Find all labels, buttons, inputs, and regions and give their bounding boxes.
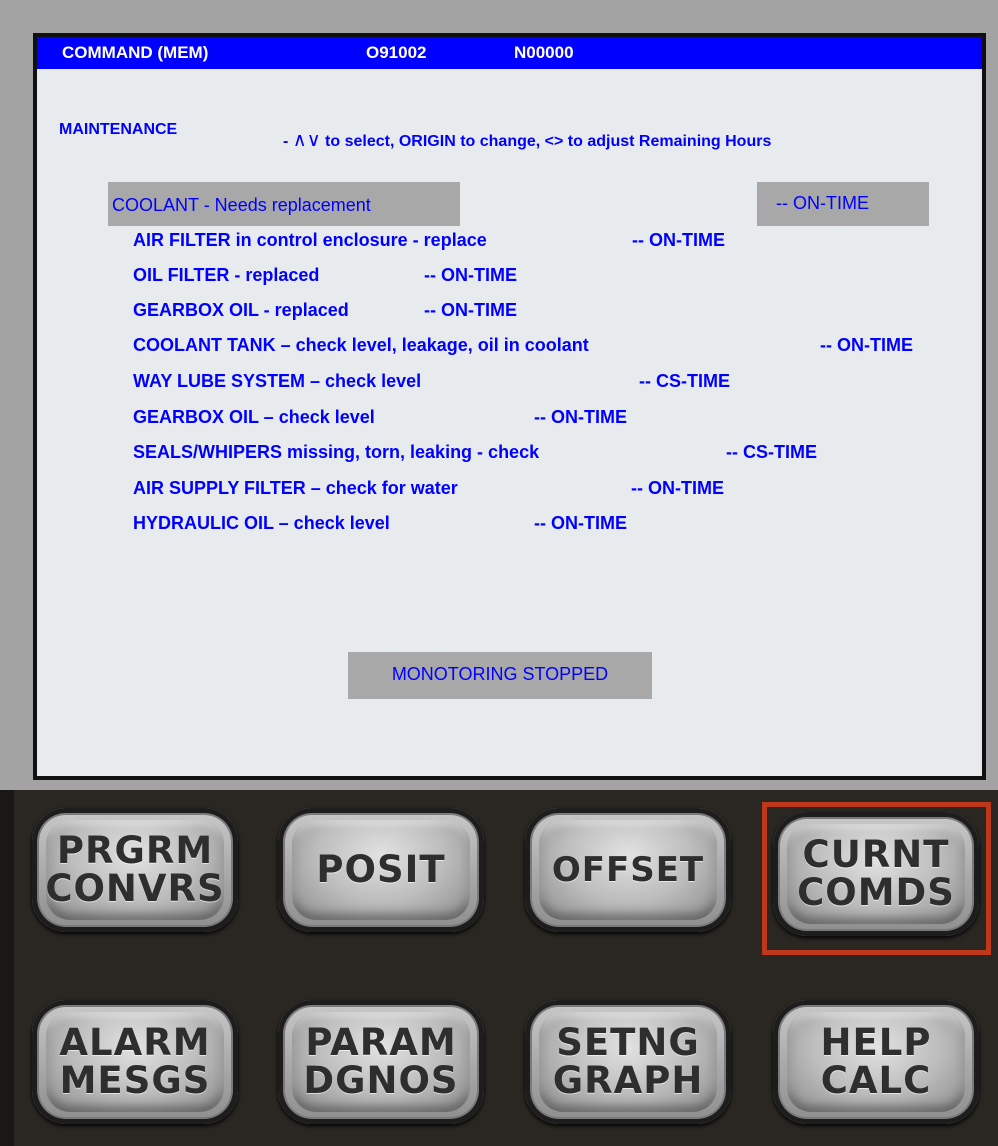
instructions: - ∧∨ to select, ORIGIN to change, <> to … [283, 129, 771, 152]
list-item[interactable]: SEALS/WHIPERS missing, torn, leaking - c… [133, 442, 817, 463]
prgrm-convrs-key[interactable]: PRGRM CONVRS [32, 808, 238, 932]
alarm-mesgs-key[interactable]: ALARM MESGS [32, 1000, 238, 1124]
key-label-line2: DGNOS [303, 1059, 459, 1102]
list-item[interactable]: GEARBOX OIL – check level -- ON-TIME [133, 407, 627, 428]
key-cap: HELP CALC [787, 1012, 965, 1112]
key-label-line1: PRGRM [56, 829, 214, 872]
list-item[interactable]: HYDRAULIC OIL – check level -- ON-TIME [133, 513, 627, 534]
list-item-status: -- ON-TIME [820, 335, 913, 355]
list-item-status: -- ON-TIME [632, 230, 725, 250]
param-dgnos-key[interactable]: PARAM DGNOS [278, 1000, 484, 1124]
title-bar: COMMAND (MEM) O91002 N00000 [37, 37, 982, 69]
key-cap: SETNG GRAPH [539, 1012, 717, 1112]
list-item-status: -- ON-TIME [534, 513, 627, 533]
list-item-label: AIR FILTER in control enclosure - replac… [133, 230, 487, 250]
selected-item-label: COOLANT - Needs replacement [112, 195, 371, 215]
list-item-label: SEALS/WHIPERS missing, torn, leaking - c… [133, 442, 540, 462]
key-label-line2: GRAPH [552, 1059, 704, 1102]
key-label-line2: CALC [820, 1059, 932, 1102]
key-label-line2: CONVRS [45, 867, 225, 910]
list-item[interactable]: AIR SUPPLY FILTER – check for water -- O… [133, 478, 724, 499]
key-cap: PRGRM CONVRS [45, 820, 225, 920]
monitoring-status: MONOTORING STOPPED [348, 652, 652, 699]
instructions-prefix: - [283, 133, 293, 150]
key-label-line1: POSIT [316, 848, 446, 891]
key-label-line1: PARAM [305, 1021, 457, 1064]
setng-graph-key[interactable]: SETNG GRAPH [525, 1000, 731, 1124]
list-item-label: OIL FILTER - replaced [133, 265, 320, 285]
list-item-label: WAY LUBE SYSTEM – check level [133, 371, 422, 391]
list-item-status: -- ON-TIME [424, 265, 517, 285]
sequence-number: N00000 [514, 43, 574, 62]
list-item-label: COOLANT TANK – check level, leakage, oil… [133, 335, 589, 355]
selected-item-status: -- ON-TIME [757, 182, 929, 226]
key-label-line1: SETNG [556, 1021, 700, 1064]
key-label-line1: OFFSET [551, 850, 705, 890]
key-cap: ALARM MESGS [46, 1012, 224, 1112]
posit-key[interactable]: POSIT [278, 808, 484, 932]
list-item[interactable]: AIR FILTER in control enclosure - replac… [133, 230, 725, 251]
keypad-edge [0, 790, 14, 1146]
key-label-line1: ALARM [59, 1021, 211, 1064]
key-cap: OFFSET [539, 820, 717, 920]
selected-item-status-text: -- ON-TIME [776, 193, 869, 213]
list-item-status: -- ON-TIME [424, 300, 517, 320]
offset-key[interactable]: OFFSET [525, 808, 731, 932]
selected-key-highlight [762, 802, 991, 955]
list-item-status: -- CS-TIME [639, 371, 730, 391]
page-title: MAINTENANCE [59, 121, 178, 138]
help-calc-key[interactable]: HELP CALC [773, 1000, 979, 1124]
list-item-status: -- ON-TIME [534, 407, 627, 427]
key-label-line1: HELP [820, 1021, 932, 1064]
mode-label: COMMAND (MEM) [62, 43, 209, 62]
list-item[interactable]: GEARBOX OIL - replaced -- ON-TIME [133, 300, 517, 321]
screen-frame: COMMAND (MEM) O91002 N00000 MAINTENANCE … [33, 33, 986, 780]
list-item-label: GEARBOX OIL - replaced [133, 300, 349, 320]
list-item[interactable]: WAY LUBE SYSTEM – check level -- CS-TIME [133, 371, 730, 392]
instructions-text: to select, ORIGIN to change, <> to adjus… [320, 133, 772, 150]
key-cap: POSIT [292, 820, 470, 920]
key-label-line2: MESGS [59, 1059, 211, 1102]
program-number: O91002 [366, 43, 427, 62]
up-down-arrows-icon: ∧∨ [292, 130, 321, 151]
list-item[interactable]: COOLANT TANK – check level, leakage, oil… [133, 335, 913, 356]
list-item-status: -- ON-TIME [631, 478, 724, 498]
list-item-label: GEARBOX OIL – check level [133, 407, 375, 427]
list-item-label: HYDRAULIC OIL – check level [133, 513, 390, 533]
list-item-label: AIR SUPPLY FILTER – check for water [133, 478, 458, 498]
selected-item[interactable]: COOLANT - Needs replacement [108, 182, 460, 226]
key-cap: PARAM DGNOS [292, 1012, 470, 1112]
list-item[interactable]: OIL FILTER - replaced -- ON-TIME [133, 265, 517, 286]
screen: COMMAND (MEM) O91002 N00000 MAINTENANCE … [37, 37, 982, 776]
list-item-status: -- CS-TIME [726, 442, 817, 462]
monitoring-status-text: MONOTORING STOPPED [391, 664, 609, 684]
